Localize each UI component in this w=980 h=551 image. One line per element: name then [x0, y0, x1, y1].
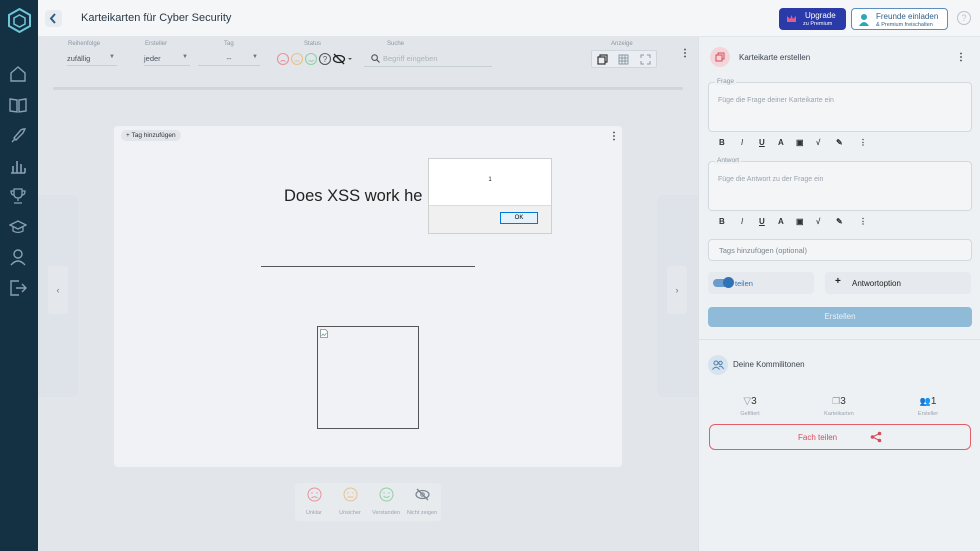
alert-dialog: 1 OK [429, 159, 551, 233]
ok-button[interactable]: OK [500, 212, 538, 224]
modal-overlay [0, 0, 980, 551]
alert-message: 1 [488, 177, 492, 183]
alert-footer: OK [429, 205, 551, 233]
